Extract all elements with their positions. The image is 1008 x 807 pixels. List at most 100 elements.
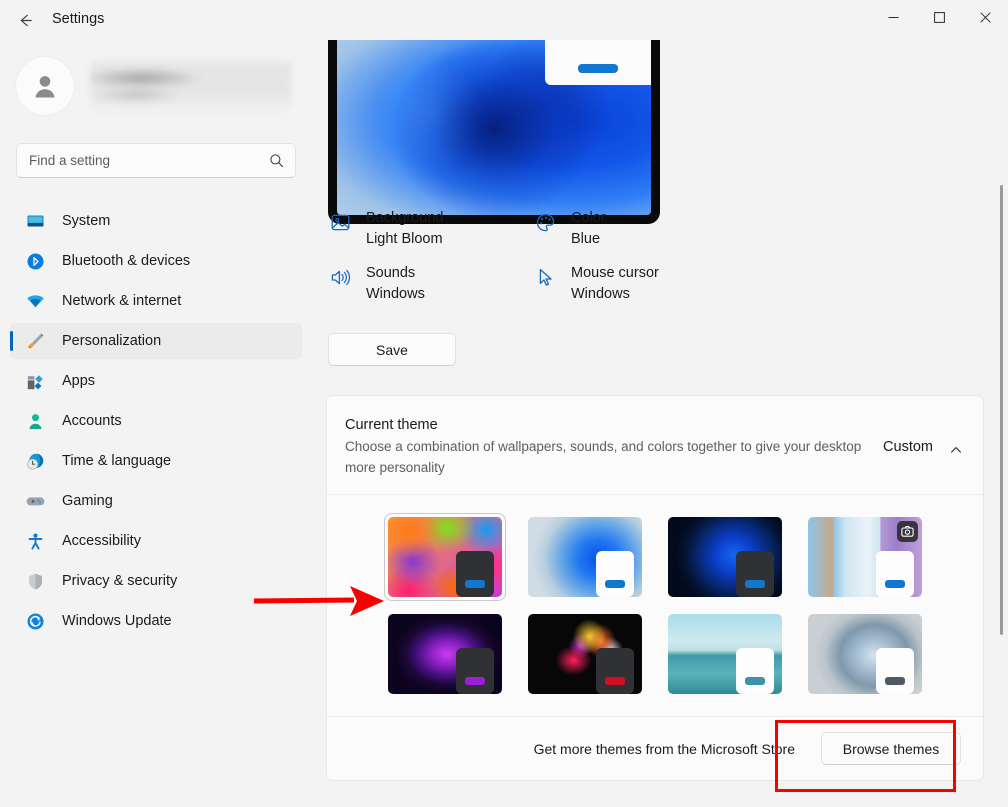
search-input[interactable] [17, 153, 265, 168]
theme-thumbnail[interactable] [528, 614, 642, 694]
minimize-button[interactable] [870, 0, 916, 34]
sidebar-item-label: Privacy & security [62, 573, 178, 589]
current-theme-card: Current theme Choose a combination of wa… [326, 395, 984, 781]
avatar [16, 57, 74, 115]
theme-thumbnail[interactable] [384, 513, 506, 601]
preview-taskbar [545, 40, 651, 85]
apps-icon [24, 370, 46, 392]
sidebar-item-label: Windows Update [62, 613, 172, 629]
sidebar-item-label: Bluetooth & devices [62, 253, 191, 269]
preview-wallpaper [337, 40, 651, 215]
theme-thumbnail-grid [327, 495, 983, 716]
theme-thumbnail[interactable] [668, 614, 782, 694]
sidebar-item-system[interactable]: System [10, 203, 302, 239]
cursor-icon [533, 265, 557, 289]
sidebar-item-privacy-security[interactable]: Privacy & security [10, 563, 302, 599]
attribute-mouse-cursor[interactable]: Mouse cursor Windows [533, 263, 738, 305]
sidebar-item-label: Gaming [62, 493, 113, 509]
search-icon [265, 153, 295, 168]
theme-taskbar-preview [876, 551, 914, 597]
sidebar-item-accounts[interactable]: Accounts [10, 403, 302, 439]
bluetooth-icon [24, 250, 46, 272]
arrow-left-icon [20, 14, 32, 26]
palette-icon [533, 210, 557, 234]
title-bar: Settings [0, 0, 1008, 40]
main-content: Personalization › Themes Background [312, 40, 1008, 807]
account-row[interactable] [16, 57, 292, 115]
account-name-redacted [90, 60, 292, 112]
sidebar-item-network-internet[interactable]: Network & internet [10, 283, 302, 319]
store-label: Get more themes from the Microsoft Store [533, 740, 795, 757]
attribute-name: Mouse cursor [571, 265, 659, 281]
theme-taskbar-preview [456, 551, 494, 597]
sidebar: System Bluetooth & devices [0, 40, 312, 807]
chevron-up-icon[interactable] [947, 441, 965, 459]
sidebar-item-gaming[interactable]: Gaming [10, 483, 302, 519]
sidebar-item-label: Apps [62, 373, 96, 389]
sidebar-item-time-language[interactable]: Time & language [10, 443, 302, 479]
sidebar-item-personalization[interactable]: Personalization [10, 323, 302, 359]
gamepad-icon [24, 490, 46, 512]
attribute-name: Background [366, 210, 444, 226]
accessibility-icon [24, 530, 46, 552]
maximize-button[interactable] [916, 0, 962, 34]
theme-taskbar-preview [736, 551, 774, 597]
settings-window: Settings Find a setting System Bluetooth… [0, 0, 1008, 807]
theme-taskbar-preview [596, 648, 634, 694]
theme-thumbnail[interactable] [808, 614, 922, 694]
theme-thumbnail[interactable] [528, 517, 642, 597]
current-theme-header[interactable]: Current theme Choose a combination of wa… [327, 396, 983, 494]
theme-taskbar-preview [596, 551, 634, 597]
attribute-sounds[interactable]: Sounds Windows [328, 263, 533, 305]
sidebar-item-bluetooth-devices[interactable]: Bluetooth & devices [10, 243, 302, 279]
sidebar-item-label: System [62, 213, 111, 229]
theme-thumbnail[interactable] [388, 614, 502, 694]
window-controls [870, 0, 1008, 34]
image-icon [328, 210, 352, 234]
person-icon [24, 410, 46, 432]
monitor-icon [24, 210, 46, 232]
attribute-name: Sounds [366, 265, 416, 281]
theme-thumbnail[interactable] [808, 517, 922, 597]
attribute-background[interactable]: Background Light Bloom [328, 208, 533, 250]
back-button[interactable] [10, 6, 40, 34]
theme-attributes: Background Light Bloom Color Blue Sounds… [328, 208, 958, 305]
attribute-name: Color [571, 210, 606, 226]
paintbrush-icon [24, 330, 46, 352]
nav-list: System Bluetooth & devices Network & int… [10, 203, 302, 643]
person-icon [35, 76, 55, 98]
speaker-icon [328, 265, 352, 289]
clock-globe-icon [24, 450, 46, 472]
sidebar-item-label: Accounts [62, 413, 122, 429]
browse-themes-button[interactable]: Browse themes [821, 732, 961, 765]
sidebar-item-label: Accessibility [62, 533, 141, 549]
card-description: Choose a combination of wallpapers, soun… [345, 439, 862, 475]
maximize-icon [933, 11, 945, 23]
attribute-value: Windows [366, 286, 425, 302]
update-icon [24, 610, 46, 632]
sidebar-item-accessibility[interactable]: Accessibility [10, 523, 302, 559]
shield-icon [24, 570, 46, 592]
theme-preview-monitor [328, 40, 660, 224]
attribute-value: Blue [571, 231, 601, 247]
search-box[interactable] [16, 143, 296, 178]
sidebar-item-label: Time & language [62, 453, 172, 469]
app-title: Settings [52, 11, 105, 27]
slideshow-camera-icon [897, 521, 918, 542]
theme-taskbar-preview [736, 648, 774, 694]
save-button[interactable]: Save [328, 333, 456, 366]
sidebar-item-label: Personalization [62, 333, 162, 349]
attribute-value: Windows [571, 286, 630, 302]
sidebar-item-windows-update[interactable]: Windows Update [10, 603, 302, 639]
card-footer: Get more themes from the Microsoft Store… [327, 717, 983, 780]
theme-taskbar-preview [876, 648, 914, 694]
attribute-color[interactable]: Color Blue [533, 208, 738, 250]
sidebar-item-label: Network & internet [62, 293, 182, 309]
scrollbar[interactable] [1000, 185, 1003, 635]
theme-thumbnail[interactable] [668, 517, 782, 597]
minimize-icon [888, 16, 898, 18]
close-icon [979, 11, 991, 23]
theme-taskbar-preview [456, 648, 494, 694]
sidebar-item-apps[interactable]: Apps [10, 363, 302, 399]
close-button[interactable] [962, 0, 1008, 34]
